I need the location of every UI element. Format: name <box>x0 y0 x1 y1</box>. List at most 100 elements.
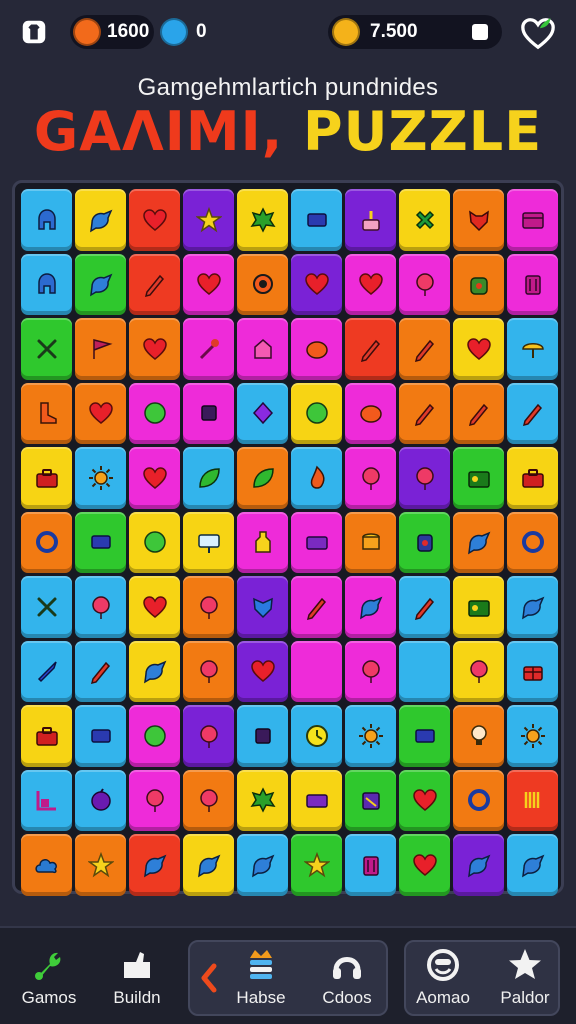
puzzle-tile[interactable] <box>291 640 342 702</box>
puzzle-tile[interactable] <box>183 511 234 573</box>
puzzle-tile[interactable] <box>291 705 342 767</box>
puzzle-tile[interactable] <box>453 640 504 702</box>
puzzle-tile[interactable] <box>75 705 126 767</box>
puzzle-tile[interactable] <box>75 576 126 638</box>
puzzle-tile[interactable] <box>507 834 558 896</box>
puzzle-tile[interactable] <box>183 834 234 896</box>
puzzle-tile[interactable] <box>237 253 288 315</box>
puzzle-tile[interactable] <box>129 318 180 380</box>
puzzle-tile[interactable] <box>21 511 72 573</box>
currency-2-pill[interactable]: 0 <box>158 15 218 49</box>
puzzle-tile[interactable] <box>453 189 504 251</box>
puzzle-tile[interactable] <box>183 705 234 767</box>
puzzle-tile[interactable] <box>399 318 450 380</box>
puzzle-tile[interactable] <box>237 769 288 831</box>
puzzle-tile[interactable] <box>75 769 126 831</box>
puzzle-tile[interactable] <box>129 189 180 251</box>
puzzle-tile[interactable] <box>453 318 504 380</box>
puzzle-tile[interactable] <box>237 705 288 767</box>
puzzle-tile[interactable] <box>237 189 288 251</box>
puzzle-tile[interactable] <box>21 189 72 251</box>
puzzle-tile[interactable] <box>237 511 288 573</box>
puzzle-tile[interactable] <box>75 253 126 315</box>
add-coins-button[interactable] <box>472 24 488 40</box>
nav-buildn[interactable]: Buildn <box>92 946 182 1016</box>
puzzle-tile[interactable] <box>453 253 504 315</box>
puzzle-tile[interactable] <box>183 447 234 509</box>
puzzle-tile[interactable] <box>399 189 450 251</box>
puzzle-tile[interactable] <box>453 705 504 767</box>
nav-gamos[interactable]: Gamos <box>4 946 94 1016</box>
puzzle-tile[interactable] <box>399 834 450 896</box>
puzzle-tile[interactable] <box>507 640 558 702</box>
puzzle-tile[interactable] <box>129 640 180 702</box>
shirt-icon[interactable] <box>18 16 50 48</box>
puzzle-tile[interactable] <box>507 447 558 509</box>
nav-cdoos[interactable]: Cdoos <box>302 946 392 1016</box>
puzzle-tile[interactable] <box>183 189 234 251</box>
puzzle-tile[interactable] <box>507 511 558 573</box>
puzzle-tile[interactable] <box>21 705 72 767</box>
nav-aomao[interactable]: Aomao <box>398 946 488 1016</box>
puzzle-tile[interactable] <box>129 705 180 767</box>
puzzle-tile[interactable] <box>507 576 558 638</box>
puzzle-tile[interactable] <box>183 576 234 638</box>
puzzle-tile[interactable] <box>183 640 234 702</box>
puzzle-tile[interactable] <box>21 318 72 380</box>
puzzle-tile[interactable] <box>291 769 342 831</box>
puzzle-tile[interactable] <box>399 511 450 573</box>
puzzle-tile[interactable] <box>291 834 342 896</box>
puzzle-tile[interactable] <box>345 447 396 509</box>
puzzle-tile[interactable] <box>399 253 450 315</box>
puzzle-tile[interactable] <box>21 253 72 315</box>
currency-1-pill[interactable]: 1600 <box>70 15 154 49</box>
puzzle-tile[interactable] <box>453 382 504 444</box>
puzzle-tile[interactable] <box>183 382 234 444</box>
puzzle-tile[interactable] <box>399 769 450 831</box>
puzzle-tile[interactable] <box>21 640 72 702</box>
nav-paldor[interactable]: Paldor <box>480 946 570 1016</box>
puzzle-tile[interactable] <box>129 834 180 896</box>
puzzle-tile[interactable] <box>507 318 558 380</box>
puzzle-tile[interactable] <box>75 640 126 702</box>
coins-pill[interactable]: 7.500 <box>328 15 502 49</box>
puzzle-tile[interactable] <box>75 318 126 380</box>
puzzle-tile[interactable] <box>291 382 342 444</box>
puzzle-tile[interactable] <box>345 318 396 380</box>
puzzle-tile[interactable] <box>345 511 396 573</box>
puzzle-tile[interactable] <box>507 769 558 831</box>
puzzle-tile[interactable] <box>129 769 180 831</box>
puzzle-tile[interactable] <box>237 382 288 444</box>
puzzle-tile[interactable] <box>399 382 450 444</box>
puzzle-tile[interactable] <box>237 834 288 896</box>
puzzle-tile[interactable] <box>21 382 72 444</box>
puzzle-tile[interactable] <box>345 705 396 767</box>
puzzle-tile[interactable] <box>237 447 288 509</box>
puzzle-tile[interactable] <box>507 253 558 315</box>
puzzle-tile[interactable] <box>21 576 72 638</box>
puzzle-tile[interactable] <box>75 511 126 573</box>
puzzle-tile[interactable] <box>345 640 396 702</box>
puzzle-tile[interactable] <box>237 640 288 702</box>
puzzle-tile[interactable] <box>453 834 504 896</box>
puzzle-tile[interactable] <box>453 769 504 831</box>
puzzle-tile[interactable] <box>183 318 234 380</box>
puzzle-tile[interactable] <box>453 576 504 638</box>
puzzle-tile[interactable] <box>399 447 450 509</box>
puzzle-tile[interactable] <box>21 447 72 509</box>
puzzle-tile[interactable] <box>183 253 234 315</box>
puzzle-tile[interactable] <box>291 318 342 380</box>
puzzle-tile[interactable] <box>345 834 396 896</box>
puzzle-tile[interactable] <box>399 640 450 702</box>
puzzle-tile[interactable] <box>345 189 396 251</box>
puzzle-tile[interactable] <box>291 511 342 573</box>
puzzle-tile[interactable] <box>75 382 126 444</box>
heart-sprout-icon[interactable] <box>518 14 558 52</box>
puzzle-tile[interactable] <box>453 511 504 573</box>
puzzle-tile[interactable] <box>237 318 288 380</box>
puzzle-tile[interactable] <box>129 253 180 315</box>
puzzle-tile[interactable] <box>75 189 126 251</box>
puzzle-tile[interactable] <box>291 576 342 638</box>
puzzle-tile[interactable] <box>345 576 396 638</box>
puzzle-tile[interactable] <box>507 189 558 251</box>
